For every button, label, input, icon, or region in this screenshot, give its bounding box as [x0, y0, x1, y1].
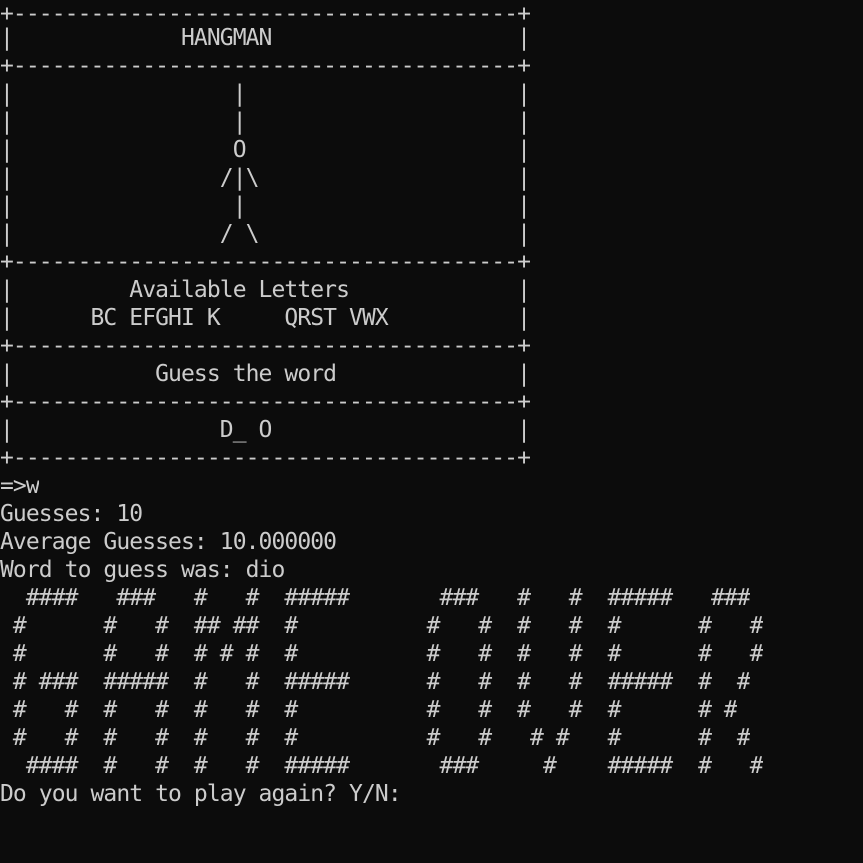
game-title: | HANGMAN |: [0, 25, 531, 51]
play-again-prompt[interactable]: Do you want to play again? Y/N:: [0, 780, 401, 808]
game-over-banner-row: #### ### # # ##### ### # # ##### ###: [0, 585, 750, 611]
gallows-rope: | | |: [0, 109, 531, 135]
hangman-legs: | / \ |: [0, 221, 531, 247]
game-over-banner-row: # ### ##### # # ##### # # # # ##### # #: [0, 669, 750, 695]
word-progress: | D_ O |: [0, 417, 531, 443]
gallows-rope: | | |: [0, 81, 531, 107]
hangman-arms: | /|\ |: [0, 165, 531, 191]
available-letters-title: | Available Letters |: [0, 277, 531, 303]
input-echo: =>w: [0, 473, 39, 499]
available-letters: | BC EFGHI K QRST VWX |: [0, 305, 531, 331]
game-over-banner-row: # # # # # # # # # # # # # #: [0, 725, 750, 751]
average-guesses: Average Guesses: 10.000000: [0, 529, 337, 555]
box-divider: +---------------------------------------…: [0, 389, 531, 415]
game-over-banner-row: # # # # # # # # # # # # # #: [0, 641, 763, 667]
box-divider: +---------------------------------------…: [0, 249, 531, 275]
guess-word-title: | Guess the word |: [0, 361, 531, 387]
game-over-banner-row: # # # # # # # # # # # # # #: [0, 697, 737, 723]
game-over-banner-row: # # # ## ## # # # # # # # #: [0, 613, 763, 639]
hangman-head: | O |: [0, 137, 531, 163]
box-border-bottom: +---------------------------------------…: [0, 445, 531, 471]
guesses-count: Guesses: 10: [0, 501, 143, 527]
hangman-body: | | |: [0, 193, 531, 219]
game-over-banner-row: #### # # # # ##### ### # ##### # #: [0, 753, 763, 779]
box-divider: +---------------------------------------…: [0, 333, 531, 359]
box-divider: +---------------------------------------…: [0, 53, 531, 79]
word-reveal: Word to guess was: dio: [0, 557, 285, 583]
console-window[interactable]: +---------------------------------------…: [0, 0, 863, 863]
